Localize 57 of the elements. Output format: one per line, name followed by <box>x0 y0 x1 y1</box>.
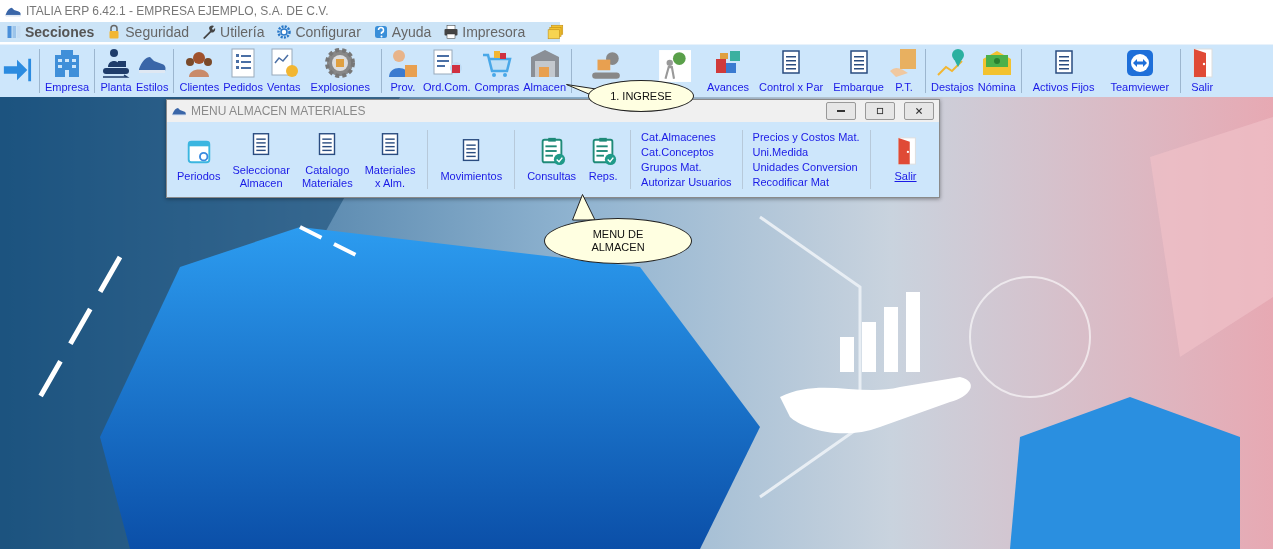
dialog-button[interactable]: Consultas <box>521 122 583 197</box>
minimize-button[interactable] <box>826 102 856 120</box>
menu-link[interactable]: Cat.Almacenes <box>641 131 732 143</box>
toolbar-button[interactable]: Control x Par <box>751 45 832 97</box>
minimize-icon <box>837 110 845 112</box>
close-button[interactable] <box>904 102 934 120</box>
printer-icon <box>443 24 460 40</box>
dialog-button[interactable]: Seleccionar Almacen <box>226 122 296 197</box>
toolbar-button[interactable]: Almacen <box>521 45 569 97</box>
person-icon <box>386 47 419 79</box>
toolbar-button[interactable]: Compras <box>472 45 522 97</box>
menu-link[interactable]: Precios y Costos Mat. <box>752 131 860 143</box>
toolbar-button[interactable]: Clientes <box>177 45 222 97</box>
toolbar-button[interactable]: Planta <box>98 45 135 97</box>
dialog-button[interactable]: Materiales x Alm. <box>358 122 422 197</box>
dialog-title: MENU ALMACEN MATERIALES <box>191 104 367 118</box>
maximize-button[interactable] <box>865 102 895 120</box>
toolbar-button[interactable]: Activos Fijos <box>1024 45 1103 97</box>
menu-item[interactable]: Ayuda <box>372 24 432 40</box>
menu-item[interactable]: Configurar <box>276 24 361 40</box>
toolbar-button[interactable]: Salir <box>1184 45 1221 97</box>
toolbar-button[interactable]: Teamviewer <box>1102 45 1178 97</box>
wrench-icon <box>201 24 218 40</box>
toolbar-button[interactable]: Pedidos <box>221 45 265 97</box>
toolbar-button[interactable]: Ord.Com. <box>420 45 473 97</box>
toolbar-button[interactable]: Prov. <box>384 45 421 97</box>
toolbar-button[interactable]: Nómina <box>975 45 1018 97</box>
toolbar-button[interactable]: Embarque <box>831 45 886 97</box>
dialog-button[interactable]: Reps. <box>582 122 625 197</box>
toolbar-button[interactable]: Estilos <box>134 45 171 97</box>
menu-item[interactable]: Secciones <box>6 24 95 40</box>
menu-link[interactable]: Uni.Medida <box>752 146 860 158</box>
dialog-button[interactable]: Salir <box>876 122 935 197</box>
window-title: ITALIA ERP 6.42.1 - EMPRESA EJEMPLO, S.A. DE C.V. <box>26 4 329 18</box>
dialog-button[interactable]: Movimientos <box>434 122 509 197</box>
toolbar-button[interactable]: Ventas <box>264 45 303 97</box>
menu-link[interactable]: Grupos Mat. <box>641 161 732 173</box>
warehouse-icon <box>528 47 561 79</box>
menu-item[interactable]: Utilería <box>201 24 265 40</box>
toolbar-button[interactable]: Avances <box>705 45 752 97</box>
toolbar-button[interactable]: Empresa <box>43 45 92 97</box>
dialog-button[interactable]: Catalogo Materiales <box>295 122 359 197</box>
toolbar-button[interactable]: Destajos <box>929 45 976 97</box>
toolbar-button[interactable]: P.T. <box>886 45 922 97</box>
dialog-button[interactable]: Periodos <box>171 122 227 197</box>
menu-link[interactable]: Cat.Conceptos <box>641 146 732 158</box>
menu-link[interactable]: Unidades Conversion <box>752 161 860 173</box>
menu-link[interactable]: Autorizar Usuarios <box>641 176 732 188</box>
gear-icon <box>324 47 357 79</box>
callout-pointer <box>572 194 596 221</box>
menu-item[interactable]: Impresora <box>443 24 526 40</box>
toolbar-button[interactable]: Explosiones <box>302 45 378 97</box>
menu-link[interactable]: Recodificar Mat <box>752 176 860 188</box>
folders-icon[interactable] <box>547 23 566 41</box>
menu-item[interactable]: Seguridad <box>106 24 190 40</box>
help-icon <box>372 24 389 40</box>
settings-icon <box>276 24 293 40</box>
